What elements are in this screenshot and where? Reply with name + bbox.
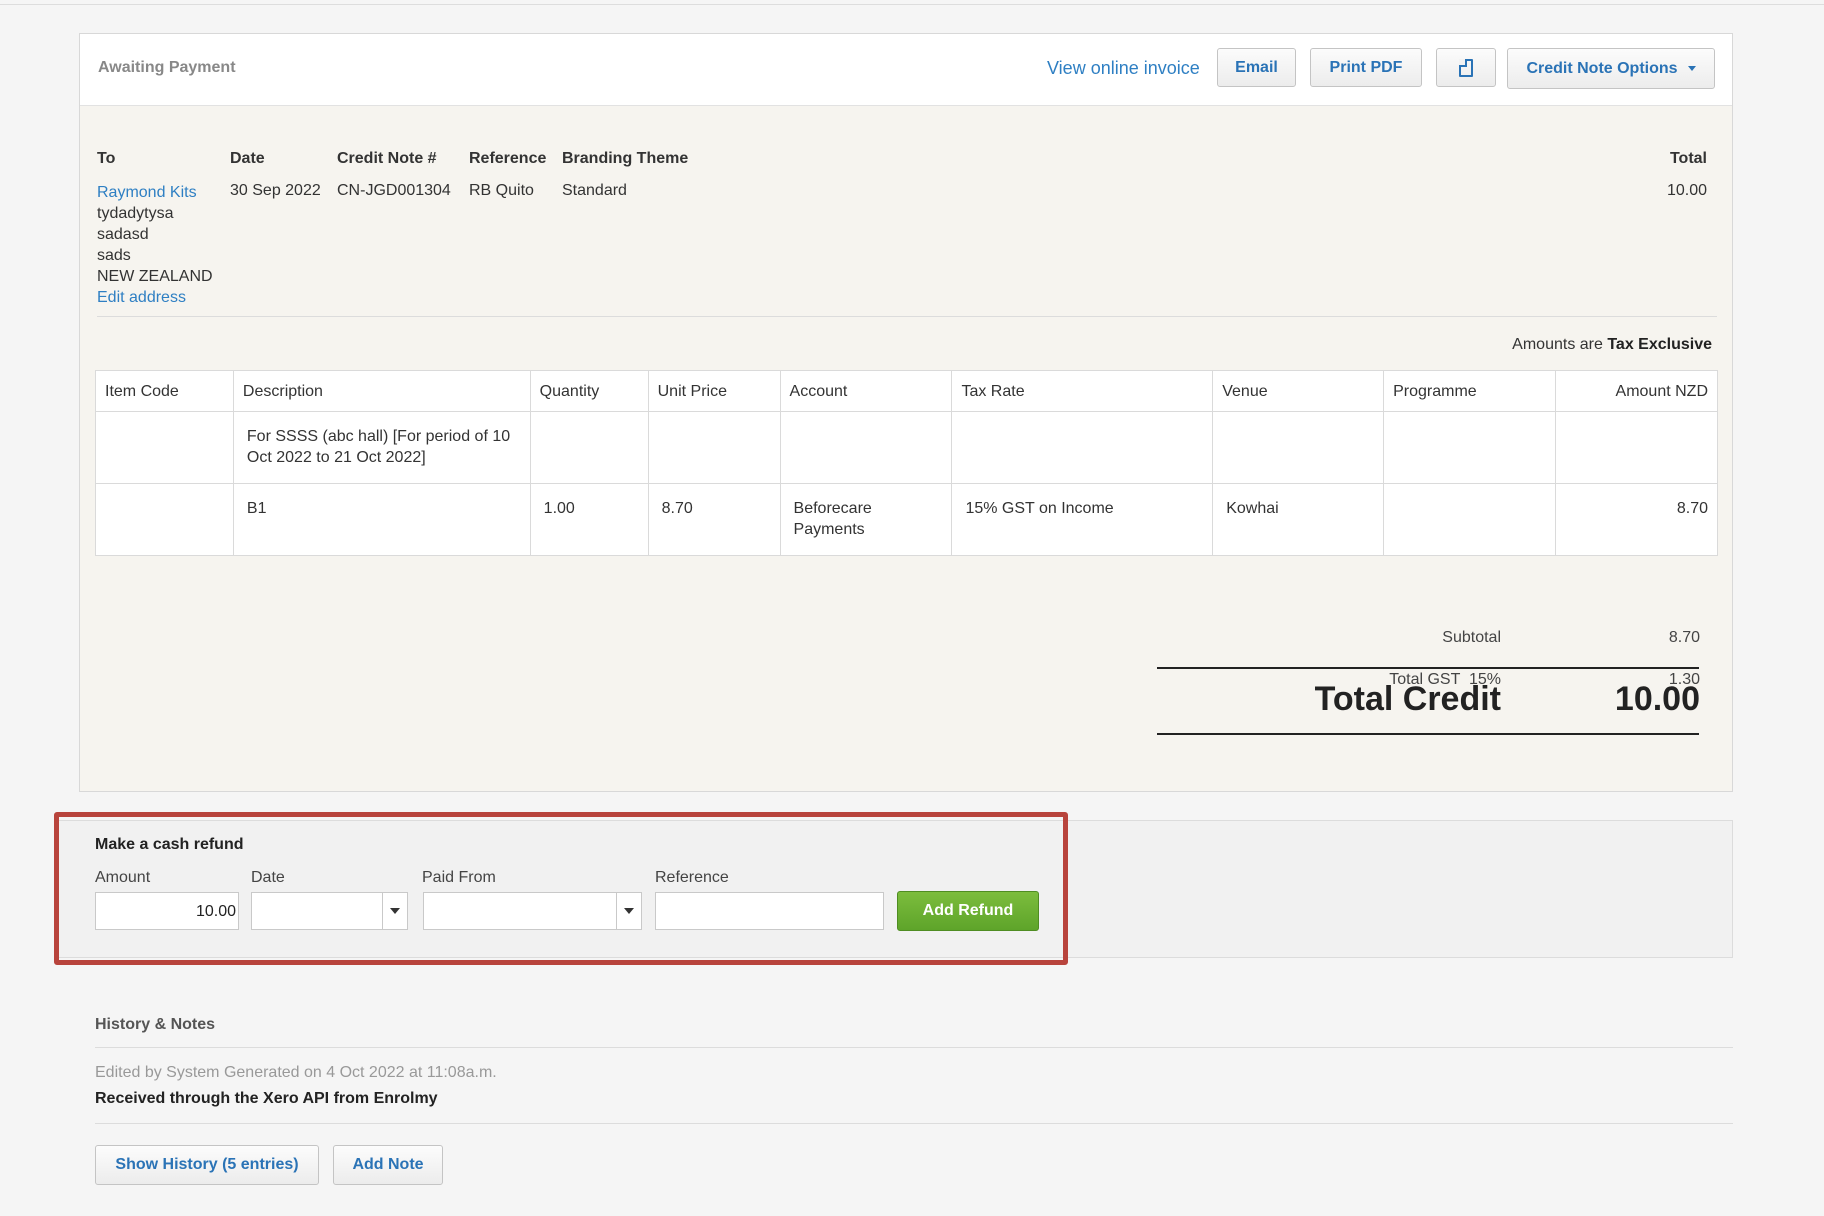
add-note-button[interactable]: Add Note	[333, 1145, 443, 1185]
amount-input[interactable]: 10.00	[95, 892, 239, 930]
date-label: Date	[230, 150, 265, 167]
total-value: 10.00	[1666, 182, 1707, 199]
print-pdf-button[interactable]: Print PDF	[1310, 48, 1422, 87]
column-header: Account	[779, 370, 953, 412]
dropdown-toggle[interactable]	[616, 893, 641, 929]
table-cell: 8.70	[647, 483, 781, 556]
column-header: Unit Price	[647, 370, 781, 412]
tax-mode-prefix: Amounts are	[1512, 336, 1603, 353]
column-header: Amount NZD	[1555, 370, 1718, 412]
table-cell	[95, 483, 234, 556]
table-cell	[647, 411, 781, 484]
paid-from-label: Paid From	[422, 869, 496, 886]
column-header: Venue	[1212, 370, 1385, 412]
table-cell: B1	[232, 483, 531, 556]
refund-title: Make a cash refund	[95, 836, 244, 853]
card-header: Awaiting Payment View online invoice Ema…	[80, 34, 1732, 106]
divider	[97, 316, 1717, 317]
branding-theme-label: Branding Theme	[562, 150, 689, 167]
address-line: sads	[97, 247, 131, 264]
reference-value: RB Quito	[469, 182, 534, 199]
table-cell: Beforecare Payments	[779, 483, 953, 556]
column-header: Tax Rate	[951, 370, 1214, 412]
table-cell: 8.70	[1555, 483, 1718, 556]
contact-name-link[interactable]: Raymond Kits	[97, 182, 213, 203]
total-credit-label: Total Credit	[1314, 680, 1501, 718]
top-rule	[0, 4, 1824, 5]
column-header: Description	[232, 370, 531, 412]
table-cell	[779, 411, 953, 484]
view-online-invoice-link[interactable]: View online invoice	[1047, 58, 1200, 79]
table-row: B1 1.00 8.70 Beforecare Payments 15% GST…	[95, 483, 1718, 556]
table-row: For SSSS (abc hall) [For period of 10 Oc…	[95, 411, 1718, 484]
branding-theme-value: Standard	[562, 182, 627, 199]
date-picker[interactable]	[251, 892, 408, 930]
total-label: Total	[1669, 150, 1707, 167]
table-header-row: Item Code Description Quantity Unit Pric…	[95, 370, 1718, 412]
subtotal-label: Subtotal	[1442, 629, 1501, 646]
highlight-box	[54, 812, 1068, 965]
reference-input[interactable]	[655, 892, 884, 930]
history-message: Received through the Xero API from Enrol…	[95, 1090, 438, 1107]
address-line: sadasd	[97, 226, 149, 243]
divider	[95, 1047, 1733, 1048]
edit-address-link[interactable]: Edit address	[97, 287, 213, 308]
address-line: tydadytysa	[97, 205, 174, 222]
table-cell	[1383, 483, 1557, 556]
column-header: Item Code	[95, 370, 234, 412]
table-cell: 15% GST on Income	[951, 483, 1214, 556]
table-cell	[1383, 411, 1557, 484]
amount-label: Amount	[95, 869, 151, 886]
credit-note-card: Awaiting Payment View online invoice Ema…	[79, 33, 1733, 792]
email-button[interactable]: Email	[1217, 48, 1296, 87]
chevron-down-icon	[390, 908, 400, 914]
history-edit-entry: Edited by System Generated on 4 Oct 2022…	[95, 1064, 497, 1081]
column-header: Quantity	[529, 370, 649, 412]
total-credit-value: 10.00	[1614, 680, 1700, 718]
reference-label: Reference	[469, 150, 547, 167]
address-line: NEW ZEALAND	[97, 268, 213, 285]
refund-reference-label: Reference	[655, 869, 729, 886]
table-cell: 1.00	[529, 483, 649, 556]
contact-address: Raymond Kits tydadytysa sadasd sads NEW …	[97, 182, 213, 308]
tax-mode-note: Amounts are Tax Exclusive	[1512, 336, 1712, 354]
copy-icon	[1459, 58, 1473, 77]
status-text: Awaiting Payment	[98, 59, 236, 76]
to-label: To	[97, 150, 116, 167]
chevron-down-icon	[1687, 66, 1696, 71]
paid-from-select[interactable]	[423, 892, 642, 930]
refund-date-label: Date	[251, 869, 285, 886]
credit-note-options-button[interactable]: Credit Note Options	[1507, 48, 1715, 89]
table-cell: For SSSS (abc hall) [For period of 10 Oc…	[232, 411, 531, 484]
divider	[95, 1123, 1733, 1124]
history-title: History & Notes	[95, 1016, 216, 1033]
tax-mode-value[interactable]: Tax Exclusive	[1607, 336, 1712, 353]
show-history-button[interactable]: Show History (5 entries)	[95, 1145, 319, 1185]
table-cell	[951, 411, 1214, 484]
date-value: 30 Sep 2022	[230, 182, 321, 199]
credit-note-options-label: Credit Note Options	[1526, 59, 1678, 77]
subtotal-value: 8.70	[1668, 629, 1700, 646]
table-cell	[1555, 411, 1718, 484]
credit-note-number-value: CN-JGD001304	[337, 182, 451, 199]
chevron-down-icon	[624, 908, 634, 914]
credit-note-number-label: Credit Note #	[337, 150, 437, 167]
line-items-table: Item Code Description Quantity Unit Pric…	[95, 370, 1718, 556]
total-top-rule	[1157, 667, 1699, 669]
add-refund-button[interactable]: Add Refund	[897, 891, 1039, 931]
total-bottom-rule	[1157, 733, 1699, 735]
dropdown-toggle[interactable]	[382, 893, 407, 929]
table-cell: Kowhai	[1212, 483, 1385, 556]
column-header: Programme	[1383, 370, 1557, 412]
copy-button[interactable]	[1436, 48, 1496, 87]
table-cell	[529, 411, 649, 484]
table-cell	[95, 411, 234, 484]
table-cell	[1212, 411, 1385, 484]
